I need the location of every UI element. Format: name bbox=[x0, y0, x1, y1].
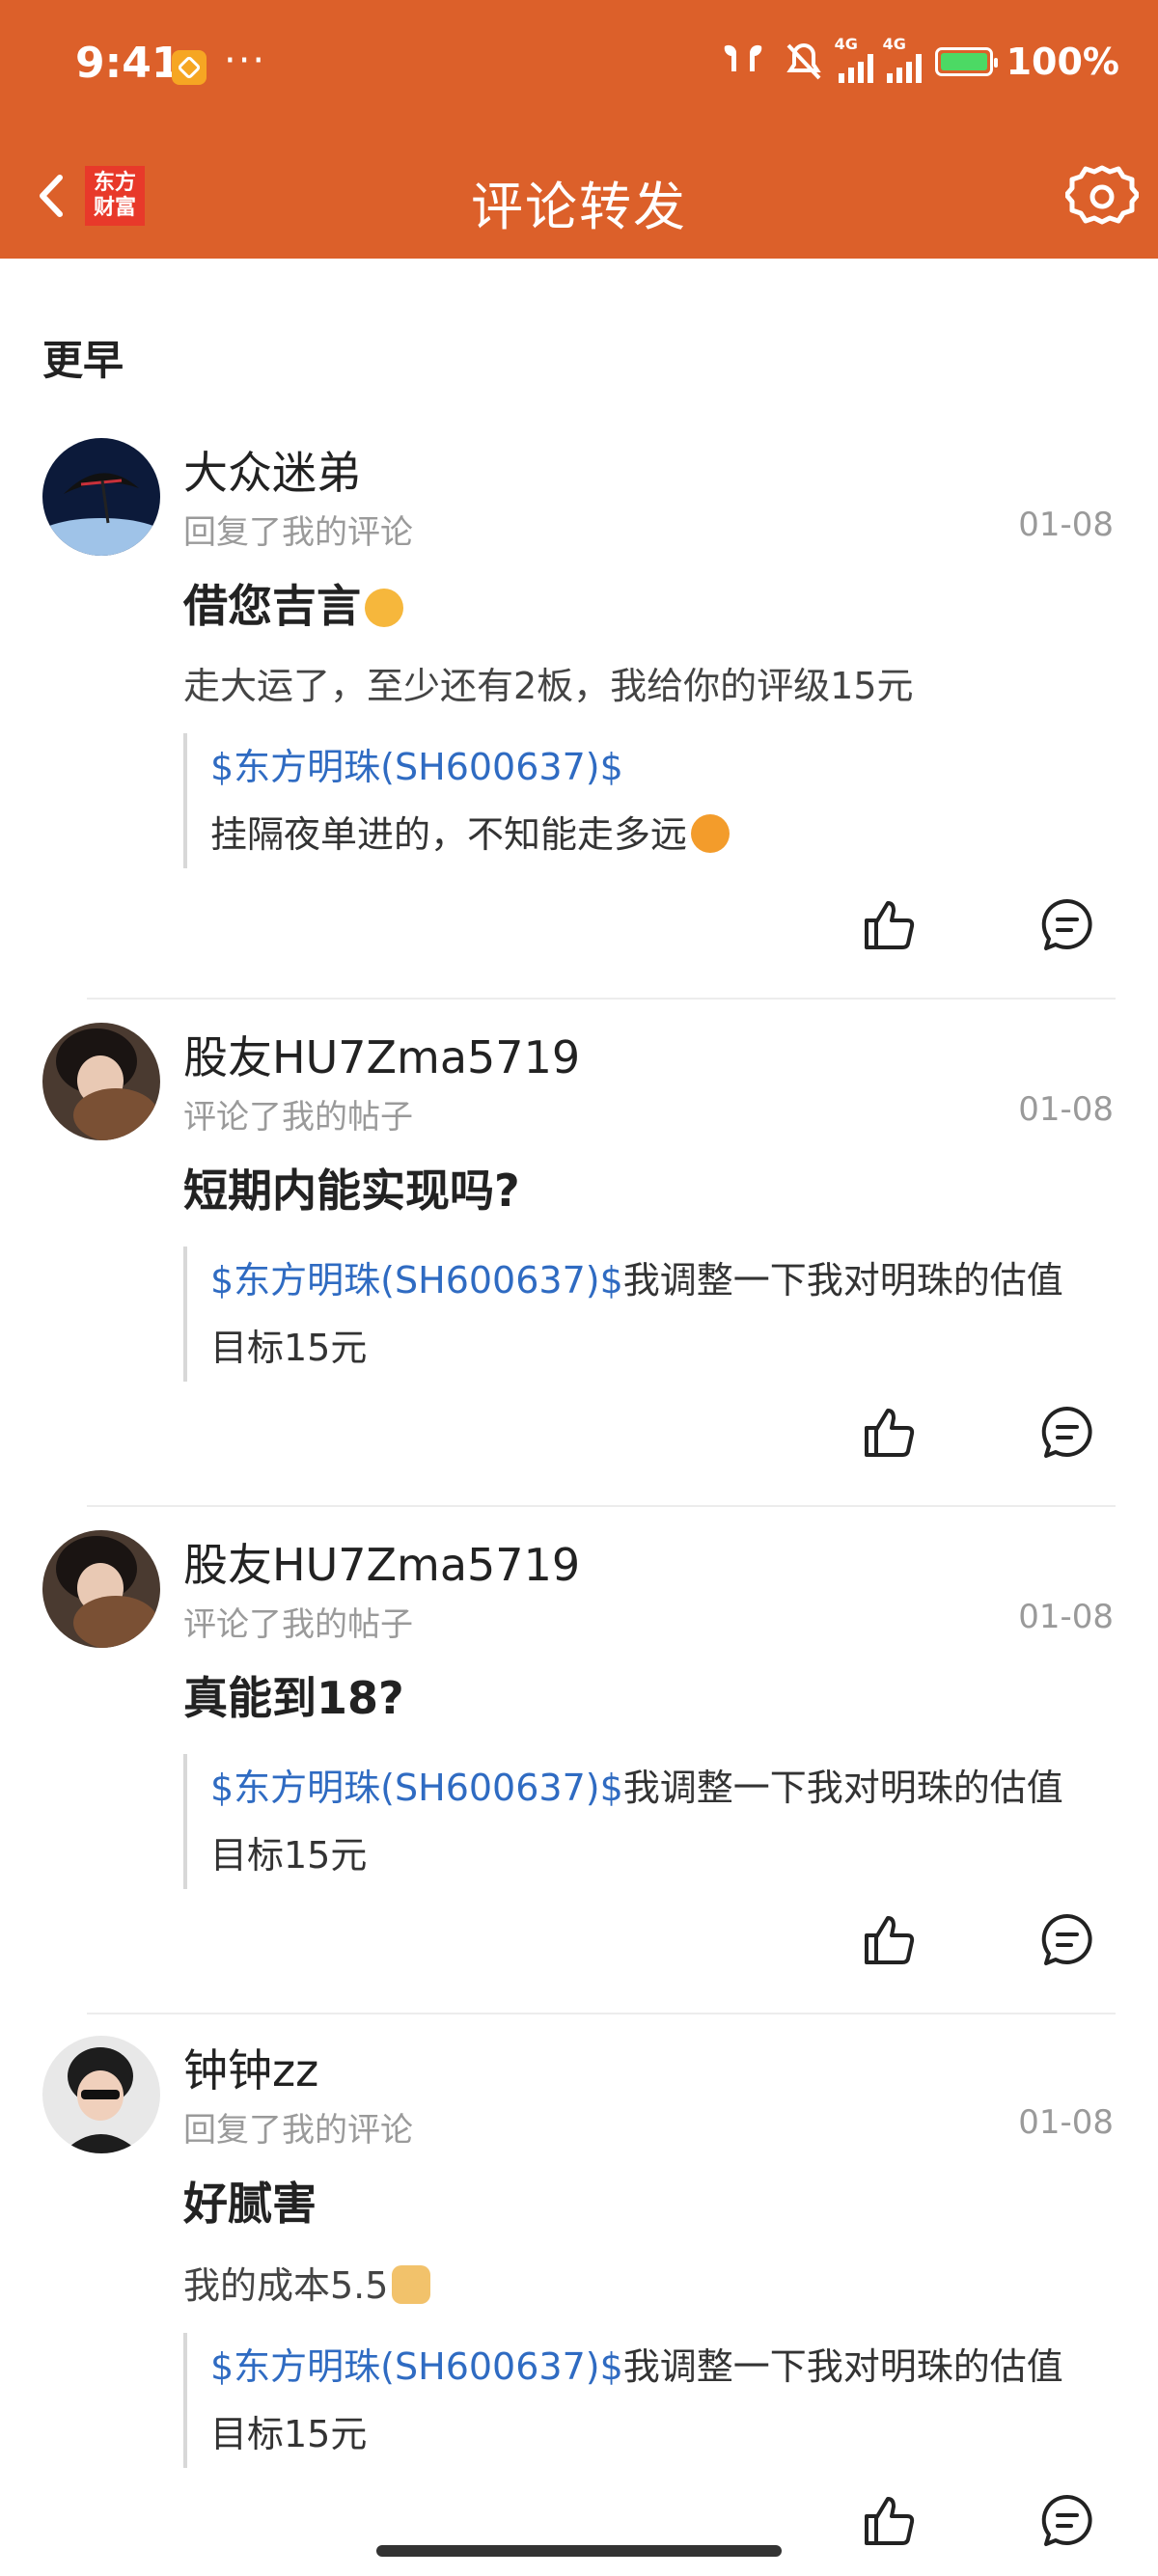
quoted-comment[interactable]: $东方明珠(SH600637)$我调整一下我对明珠的估值目标15元 bbox=[183, 1754, 1098, 1889]
like-thumb-icon[interactable] bbox=[859, 1401, 921, 1463]
reply-bubble-icon[interactable] bbox=[1036, 1908, 1098, 1970]
app-notification-icon bbox=[172, 50, 207, 85]
avatar[interactable] bbox=[42, 2036, 160, 2153]
stock-tag-link[interactable]: $东方明珠(SH600637)$ bbox=[210, 746, 623, 788]
battery-level: 100% bbox=[1006, 41, 1119, 83]
reply-bubble-icon[interactable] bbox=[1036, 893, 1098, 955]
reply-text: 借您吉言 bbox=[183, 571, 403, 635]
smile-emoji-icon bbox=[691, 814, 731, 853]
user-name[interactable]: 股友HU7Zma5719 bbox=[183, 1530, 580, 1594]
comment-action: 评论了我的帖子 bbox=[183, 1098, 413, 1137]
avatar[interactable] bbox=[42, 1023, 160, 1140]
status-bar: 9:41 ··· 4G 4G 100% bbox=[0, 0, 1158, 135]
quoted-comment[interactable]: $东方明珠(SH600637)$ 挂隔夜单进的，不知能走多远 bbox=[183, 733, 1098, 868]
reply-bubble-icon[interactable] bbox=[1036, 1401, 1098, 1463]
quoted-comment[interactable]: $东方明珠(SH600637)$我调整一下我对明珠的估值目标15元 bbox=[183, 2333, 1098, 2468]
like-thumb-icon[interactable] bbox=[859, 893, 921, 955]
stock-tag-link[interactable]: $东方明珠(SH600637)$ bbox=[210, 2345, 623, 2388]
user-name[interactable]: 股友HU7Zma5719 bbox=[183, 1023, 580, 1086]
dog-emoji-icon bbox=[392, 2265, 431, 2304]
divider bbox=[87, 1505, 1116, 1507]
user-name[interactable]: 大众迷弟 bbox=[183, 438, 361, 502]
comment-date: 01-08 bbox=[1018, 1598, 1114, 1636]
stock-tag-link[interactable]: $东方明珠(SH600637)$ bbox=[210, 1259, 623, 1302]
reply-text-content: 借您吉言 bbox=[183, 580, 361, 632]
reply-extra-text: 走大运了，至少还有2板，我给你的评级15元 bbox=[183, 665, 914, 707]
comment-action: 回复了我的评论 bbox=[183, 2111, 413, 2150]
network-label-1: 4G bbox=[834, 35, 858, 53]
like-thumb-icon[interactable] bbox=[859, 2489, 921, 2551]
settings-gear-icon[interactable] bbox=[1065, 160, 1139, 233]
divider bbox=[87, 998, 1116, 1000]
comment-date: 01-08 bbox=[1018, 506, 1114, 544]
network-label-2: 4G bbox=[882, 35, 906, 53]
comment-date: 01-08 bbox=[1018, 2103, 1114, 2142]
reply-text: 好腻害 bbox=[183, 2178, 317, 2230]
signal-icon-1: 4G bbox=[835, 35, 873, 83]
comment-date: 01-08 bbox=[1018, 1090, 1114, 1129]
reply-bubble-icon[interactable] bbox=[1036, 2489, 1098, 2551]
section-earlier-label: 更早 bbox=[42, 337, 124, 384]
avatar[interactable] bbox=[42, 438, 160, 556]
user-name[interactable]: 钟钟zz bbox=[183, 2036, 318, 2099]
reply-text: 真能到18? bbox=[183, 1672, 404, 1724]
divider bbox=[87, 2013, 1116, 2014]
comment-action: 评论了我的帖子 bbox=[183, 1605, 413, 1644]
reply-text: 短期内能实现吗? bbox=[183, 1165, 520, 1217]
thinking-emoji-icon bbox=[365, 589, 403, 627]
earbuds-icon bbox=[724, 44, 761, 71]
reply-extra-content: 我的成本5.5 bbox=[183, 2264, 389, 2307]
battery-icon bbox=[934, 47, 998, 76]
quoted-comment[interactable]: $东方明珠(SH600637)$我调整一下我对明珠的估值目标15元 bbox=[183, 1247, 1098, 1382]
system-icons: 4G 4G 100% bbox=[717, 35, 1119, 85]
top-bar: 9:41 ··· 4G 4G 100% 东方 财富 评论转发 bbox=[0, 0, 1158, 259]
stock-tag-link[interactable]: $东方明珠(SH600637)$ bbox=[210, 1767, 623, 1809]
more-notifications-icon: ··· bbox=[224, 39, 267, 83]
reply-extra-text: 我的成本5.5 bbox=[183, 2256, 431, 2309]
like-thumb-icon[interactable] bbox=[859, 1908, 921, 1970]
page-title: 评论转发 bbox=[471, 177, 687, 237]
quoted-text: 挂隔夜单进的，不知能走多远 bbox=[210, 813, 688, 856]
navigation-bar: 东方 财富 评论转发 bbox=[0, 145, 1158, 251]
status-time: 9:41 bbox=[75, 39, 181, 88]
signal-icon-2: 4G bbox=[883, 35, 922, 83]
mute-icon bbox=[786, 42, 821, 80]
avatar[interactable] bbox=[42, 1530, 160, 1648]
home-indicator[interactable] bbox=[376, 2545, 782, 2557]
comment-action: 回复了我的评论 bbox=[183, 513, 413, 552]
